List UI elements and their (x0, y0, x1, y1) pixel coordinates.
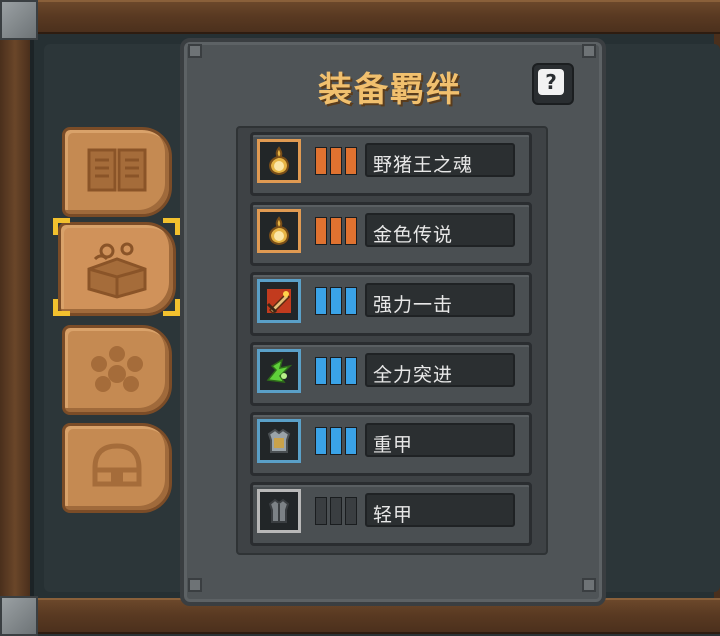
bond-level-pip (315, 287, 327, 315)
bond-level-pip (345, 287, 357, 315)
metal-corner-top-left (0, 0, 38, 40)
bond-level-pip (345, 357, 357, 385)
helmet-icon (92, 443, 142, 487)
gold-flame-gem-icon (268, 216, 290, 246)
panel-title: 装备羁绊 (318, 70, 462, 110)
bond-level-pip (315, 217, 327, 245)
bond-level-pip (345, 427, 357, 455)
tab-pets[interactable] (62, 325, 172, 415)
book-icon (87, 148, 147, 192)
bond-level-bars (315, 287, 357, 315)
wood-frame-top (0, 0, 720, 34)
metal-corner-bottom-left (0, 596, 38, 636)
tab-book[interactable] (62, 127, 172, 217)
bond-row[interactable]: 轻甲 (250, 482, 532, 546)
bond-level-pip (330, 287, 342, 315)
bond-row[interactable]: 野猪王之魂 (250, 132, 532, 196)
bond-level-pip (330, 357, 342, 385)
bond-name-box: 全力突进 (365, 353, 515, 387)
help-button[interactable]: ? (532, 63, 574, 105)
bond-level-pip (345, 217, 357, 245)
selection-corner (163, 299, 180, 316)
panel-rivet (188, 578, 202, 592)
bond-name: 金色传说 (373, 224, 454, 246)
bond-row[interactable]: 重甲 (250, 412, 532, 476)
panel-rivet (188, 44, 202, 58)
treasure-chest-icon (87, 242, 147, 299)
bond-name: 轻甲 (373, 504, 414, 526)
paw-icon (91, 346, 143, 392)
bond-level-pip (345, 147, 357, 175)
gold-flame-gem-icon (268, 146, 290, 176)
bond-name: 强力一击 (373, 294, 454, 316)
bond-row[interactable]: 强力一击 (250, 272, 532, 336)
bond-name-box: 重甲 (365, 423, 515, 457)
heavy-armor-icon (267, 428, 291, 453)
bond-name-box: 野猪王之魂 (365, 143, 515, 177)
bond-row[interactable]: 金色传说 (250, 202, 532, 266)
selection-corner (53, 218, 70, 235)
bond-icon-frame (257, 279, 301, 323)
bond-row[interactable]: 全力突进 (250, 342, 532, 406)
question-mark-icon: ? (538, 69, 564, 95)
bond-level-pip (330, 497, 342, 525)
bond-level-pip (315, 497, 327, 525)
burning-sword-icon (266, 289, 291, 315)
bond-level-bars (315, 497, 357, 525)
wood-frame-left (0, 34, 30, 598)
bond-level-pip (330, 217, 342, 245)
bond-level-pip (315, 147, 327, 175)
bond-icon-frame (257, 419, 301, 463)
selection-corner (53, 299, 70, 316)
tab-helmet[interactable] (62, 423, 172, 513)
bond-level-pip (315, 427, 327, 455)
bond-icon-frame (257, 139, 301, 183)
bond-name-box: 轻甲 (365, 493, 515, 527)
bond-level-bars (315, 427, 357, 455)
bond-name-box: 金色传说 (365, 213, 515, 247)
bond-level-bars (315, 357, 357, 385)
bond-level-pip (315, 357, 327, 385)
bond-icon-frame (257, 209, 301, 253)
green-dash-icon (266, 358, 293, 383)
bond-level-pip (345, 497, 357, 525)
bond-level-pip (330, 427, 342, 455)
bond-level-pip (330, 147, 342, 175)
bond-name-box: 强力一击 (365, 283, 515, 317)
selection-corner (163, 218, 180, 235)
bond-icon-frame (257, 349, 301, 393)
bond-level-bars (315, 217, 357, 245)
bond-name: 重甲 (373, 434, 414, 456)
bond-level-bars (315, 147, 357, 175)
light-armor-icon (268, 498, 290, 523)
tab-treasure[interactable] (58, 222, 176, 316)
bond-icon-frame (257, 489, 301, 533)
bond-name: 野猪王之魂 (373, 154, 474, 176)
panel-rivet (582, 578, 596, 592)
panel-rivet (582, 44, 596, 58)
bond-name: 全力突进 (373, 364, 454, 386)
